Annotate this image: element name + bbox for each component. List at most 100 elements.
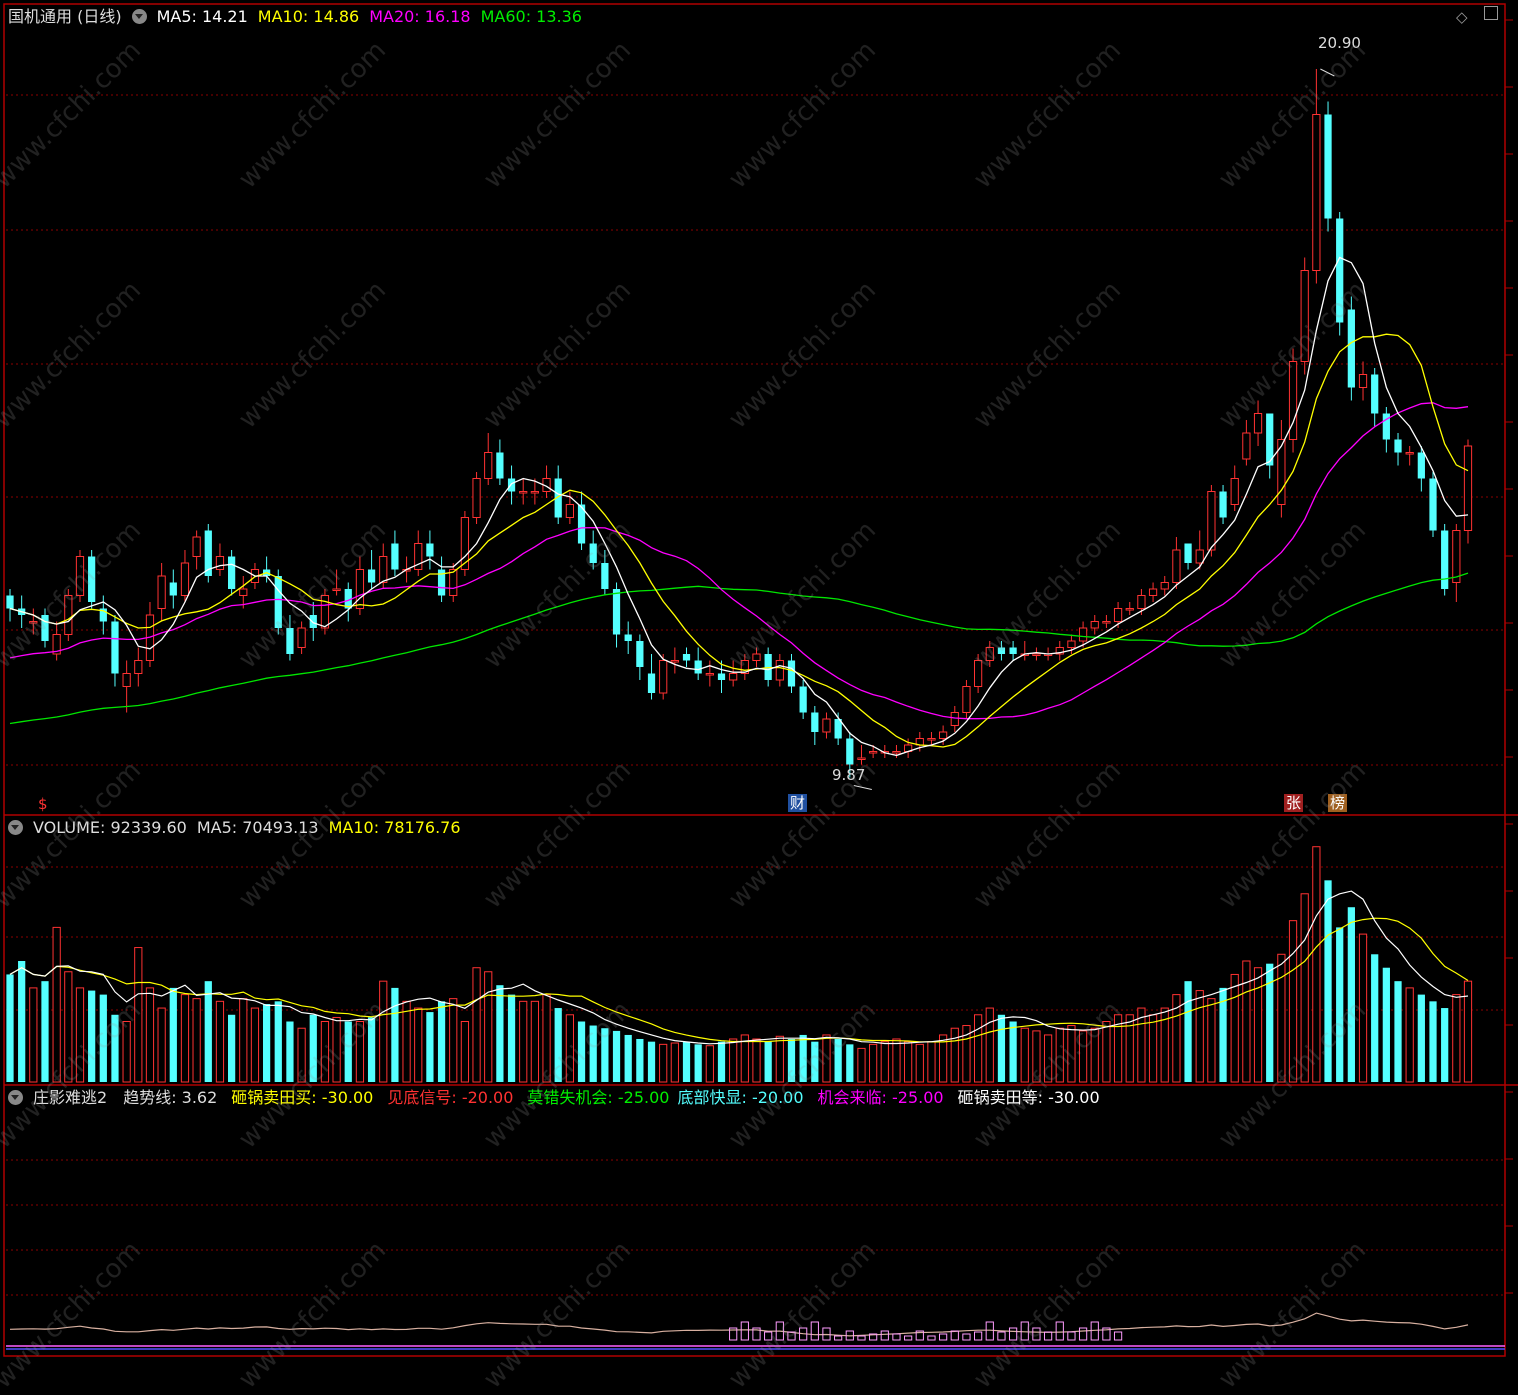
candle-body	[1148, 588, 1158, 596]
volume-bar	[228, 1014, 236, 1082]
ma5-label: MA5: 14.21	[156, 7, 248, 26]
dropdown-icon[interactable]	[8, 1090, 23, 1105]
volume-bar	[180, 994, 190, 1083]
ma10-label: MA10: 14.86	[257, 7, 360, 26]
volume-bar	[997, 1014, 1006, 1082]
volume-bar	[647, 1041, 656, 1082]
volume-bar	[880, 1041, 889, 1083]
signal-bar	[857, 1335, 866, 1341]
candle-body	[1113, 608, 1123, 622]
candle-body	[484, 452, 493, 479]
volume-bar	[1288, 920, 1298, 1083]
volume-bar	[145, 987, 155, 1083]
volume-bar	[530, 1000, 539, 1083]
ranking-tag[interactable]: 榜	[1328, 794, 1348, 812]
candle-body	[1102, 621, 1111, 624]
volume-bar	[1090, 1027, 1099, 1083]
diamond-icon[interactable]: ◇	[1456, 8, 1468, 26]
signal-bar	[927, 1335, 936, 1341]
finance-tag[interactable]: 财	[788, 794, 808, 812]
volume-bar	[834, 1038, 842, 1082]
candle-body	[1347, 309, 1355, 388]
indicator-name[interactable]: 庄影难逃2	[33, 1088, 107, 1107]
volume-bar	[1078, 1030, 1088, 1083]
candle-body	[775, 660, 784, 681]
ma10-line	[9, 333, 1469, 748]
volume-bar	[589, 1025, 597, 1082]
limit-up-tag[interactable]: 张	[1284, 794, 1304, 812]
signal-bar	[1067, 1331, 1076, 1341]
volume-bar	[1102, 1021, 1111, 1083]
candle-body	[134, 660, 143, 674]
candle-body	[1441, 530, 1449, 589]
dropdown-icon[interactable]	[8, 820, 23, 835]
volume-bar	[519, 1000, 528, 1083]
signal-bar	[939, 1333, 948, 1341]
candle-body	[636, 641, 644, 667]
volume-bar	[717, 1041, 726, 1082]
trend-line	[9, 1312, 1469, 1337]
volume-bar	[64, 971, 73, 1083]
signal-bar	[880, 1330, 889, 1341]
price-annotations	[853, 68, 1335, 790]
volume-bar	[1336, 927, 1344, 1082]
candle-body	[1358, 374, 1368, 388]
candle-body	[717, 673, 726, 680]
candle-body	[601, 563, 609, 589]
volume-bar	[262, 1004, 271, 1082]
volume-bar	[601, 1028, 609, 1082]
volume-bar	[1184, 981, 1192, 1082]
candle-body	[157, 575, 166, 609]
candle-body	[391, 543, 399, 570]
indicator-header: 庄影难逃2 趋势线: 3.62 砸锅卖田买: -30.00 见底信号: -20.00 莫…	[8, 1088, 1110, 1108]
candle-body	[1067, 640, 1076, 648]
volume-bar	[460, 1021, 470, 1083]
volume-bar	[41, 981, 49, 1082]
volume-bar	[391, 987, 399, 1082]
indicator-lines	[6, 1312, 1505, 1350]
candle-body	[799, 686, 807, 713]
ma60-label: MA60: 13.36	[480, 7, 582, 26]
candle-body	[41, 615, 49, 641]
dollar-tag[interactable]: $	[36, 795, 50, 813]
volume-bar	[204, 981, 212, 1082]
volume-bar	[449, 998, 458, 1083]
candle-body	[694, 660, 702, 674]
signal-bar	[962, 1333, 971, 1341]
candle-body	[332, 588, 341, 591]
volume-bar	[1242, 960, 1251, 1083]
signal-bar	[810, 1321, 819, 1341]
stock-chart[interactable]	[0, 0, 1518, 1361]
volume-bar	[157, 1007, 166, 1083]
volume-bar	[1277, 953, 1286, 1083]
candle-body	[367, 569, 376, 583]
volume-bar	[624, 1034, 632, 1082]
price-header: 国机通用 (日线) MA5: 14.21 MA10: 14.86 MA20: 16.1…	[8, 7, 592, 27]
candle-body	[1417, 452, 1425, 479]
volume-bar	[274, 1001, 282, 1082]
signal-2-label: 见底信号: -20.00	[387, 1088, 514, 1107]
candle-body	[1195, 549, 1204, 564]
volume-bar	[694, 1044, 702, 1082]
volume-bar	[111, 1014, 119, 1082]
candle-body	[472, 478, 481, 518]
volume-header: VOLUME: 92339.60 MA5: 70493.13 MA10: 78176…	[8, 818, 471, 838]
maximize-icon[interactable]	[1484, 6, 1498, 20]
candle-body	[88, 556, 96, 602]
stock-title[interactable]: 国机通用 (日线)	[8, 7, 122, 26]
signal-bar	[1032, 1327, 1041, 1341]
frame	[3, 3, 1506, 1357]
volume-bar	[670, 1042, 679, 1083]
candle-body	[530, 491, 539, 494]
volume-bar	[554, 1008, 562, 1082]
volume-bar	[857, 1047, 866, 1083]
volume-bar	[355, 1021, 365, 1083]
candle-body	[647, 673, 656, 693]
dropdown-icon[interactable]	[131, 9, 147, 24]
candle-body	[752, 653, 761, 661]
candle-body	[729, 673, 738, 681]
volume-bar	[367, 1017, 376, 1082]
signal-bar	[904, 1335, 913, 1341]
volume-bar	[799, 1034, 807, 1082]
candle-body	[939, 731, 948, 739]
